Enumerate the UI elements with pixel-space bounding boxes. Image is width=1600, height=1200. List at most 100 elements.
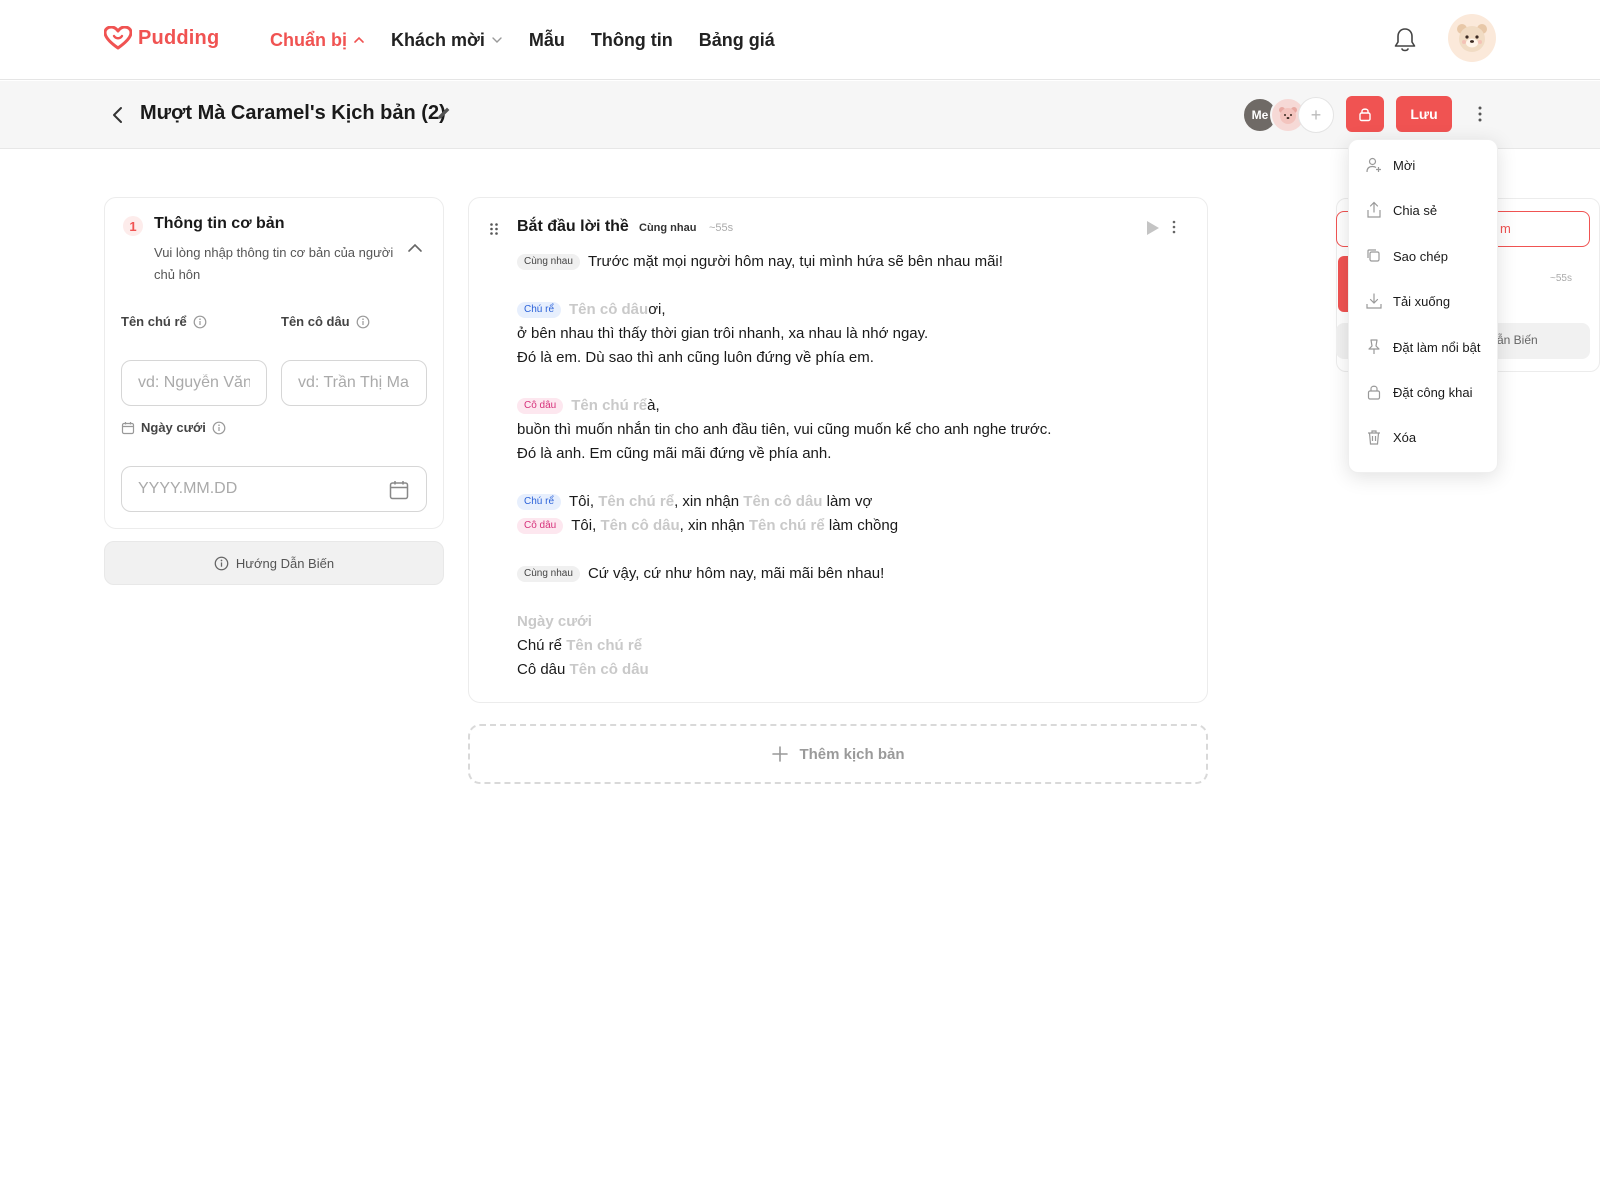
nav-item-label: Bảng giá (698, 29, 775, 50)
wedding-date-input[interactable] (122, 467, 426, 511)
bear-avatar-icon (1457, 24, 1487, 52)
script-text: , xin nhận (674, 493, 744, 510)
script-line: Cô dâu Tên chú rể à, (517, 394, 1177, 418)
script-line: Chú rể Tên cô dâu ơi, (517, 298, 1177, 322)
script-line: ở bên nhau thì thấy thời gian trôi nhanh… (517, 322, 1177, 346)
section-description: Vui lòng nhập thông tin cơ bản của người… (154, 245, 394, 282)
menu-item-label: Sao chép (1393, 248, 1448, 264)
script-body[interactable]: Cùng nhau Trước mặt mọi người hôm nay, t… (517, 250, 1177, 682)
pin-icon (1368, 339, 1380, 354)
script-more-button[interactable] (1172, 220, 1176, 234)
variable-bride-name: Tên cô dâu (569, 661, 649, 678)
variable-bride-name: Tên cô dâu (600, 517, 680, 534)
bear-avatar-icon (1279, 107, 1297, 124)
nav-item-mau[interactable]: Mẫu (529, 30, 565, 51)
script-text: làm chồng (824, 517, 899, 534)
user-plus-icon (1366, 157, 1381, 173)
menu-item-copy[interactable]: Sao chép (1365, 247, 1448, 265)
menu-item-delete[interactable]: Xóa (1365, 428, 1416, 446)
script-text: ở bên nhau thì thấy thời gian trôi nhanh… (517, 325, 929, 342)
edit-title-button[interactable] (436, 105, 452, 121)
menu-item-label: Đặt làm nổi bật (1393, 339, 1481, 355)
collaborators: Me + (1242, 97, 1338, 133)
speaker-tag-together: Cùng nhau (517, 566, 580, 582)
download-icon (1366, 293, 1382, 309)
copy-icon (1367, 249, 1380, 262)
collapse-button[interactable] (407, 240, 423, 256)
info-icon[interactable] (356, 315, 370, 329)
side-guide-text: ẫn Biến (1497, 333, 1538, 347)
script-text: ơi, (648, 301, 666, 318)
script-line: buồn thì muốn nhắn tin cho anh đầu tiên,… (517, 418, 1177, 442)
section-title: Thông tin cơ bản (154, 215, 285, 232)
groom-name-label: Tên chú rể (121, 314, 207, 329)
add-collaborator-button[interactable]: + (1298, 97, 1334, 133)
user-avatar[interactable] (1448, 14, 1496, 62)
drag-handle[interactable] (489, 222, 499, 236)
side-duration: ~55s (1550, 273, 1572, 284)
nav-item-chuan-bi[interactable]: Chuẩn bị (270, 30, 365, 51)
side-outline-text: m (1500, 221, 1511, 236)
info-icon[interactable] (212, 421, 226, 435)
groom-name-input[interactable] (121, 360, 267, 406)
chevron-up-icon (354, 36, 364, 43)
brand-logo[interactable]: Pudding (104, 26, 219, 50)
kebab-menu-icon (1478, 106, 1482, 122)
more-options-button[interactable] (1468, 102, 1492, 126)
lock-icon (1367, 385, 1381, 400)
script-text: Cô dâu (517, 661, 570, 678)
script-text: Tôi, (569, 493, 599, 510)
basic-info-card: 1 Thông tin cơ bản Vui lòng nhập thông t… (104, 197, 444, 529)
date-picker-button[interactable] (388, 479, 410, 501)
play-icon (1147, 221, 1159, 235)
heart-logo-icon (104, 26, 132, 50)
script-line: Cùng nhau Cứ vậy, cứ như hôm nay, mãi mã… (517, 562, 1177, 586)
nav-item-khach-moi[interactable]: Khách mời (391, 30, 503, 51)
menu-item-invite[interactable]: Mời (1365, 156, 1415, 174)
script-line: Ngày cưới (517, 610, 1177, 634)
wedding-date-label-text: Ngày cưới (141, 420, 206, 435)
nav-item-bang-gia[interactable]: Bảng giá (699, 30, 775, 51)
drag-handle-icon (490, 223, 498, 235)
variable-wedding-date: Ngày cưới (517, 613, 592, 630)
bell-icon (1394, 28, 1416, 52)
calendar-icon (121, 421, 135, 434)
pencil-icon (438, 107, 450, 119)
menu-item-label: Chia sẻ (1393, 202, 1438, 218)
variable-guide-label: Hướng Dẫn Biến (235, 555, 335, 571)
script-title: Bắt đầu lời thề (517, 218, 629, 235)
speaker-tag-groom: Chú rể (517, 302, 562, 318)
chevron-left-icon (113, 107, 122, 123)
nav-item-thong-tin[interactable]: Thông tin (591, 30, 673, 51)
chevron-down-icon (492, 37, 502, 43)
script-text: Đó là anh. Em cũng mãi mãi đứng về phía … (517, 445, 832, 462)
script-text: , xin nhận (679, 517, 749, 534)
script-text: làm vợ (822, 493, 873, 510)
script-line: Chú rể Tên chú rể (517, 634, 1177, 658)
back-button[interactable] (106, 103, 130, 127)
script-line: Đó là anh. Em cũng mãi mãi đứng về phía … (517, 442, 1177, 466)
wedding-date-field (121, 466, 427, 512)
info-icon[interactable] (193, 315, 207, 329)
add-script-button[interactable]: Thêm kịch bản (468, 724, 1208, 784)
menu-item-share[interactable]: Chia sẻ (1365, 201, 1437, 219)
script-line: Cô dâu Tên cô dâu (517, 658, 1177, 682)
lock-icon (1359, 108, 1371, 122)
script-text: Tôi, (571, 517, 601, 534)
bride-name-label-text: Tên cô dâu (281, 314, 350, 329)
variable-guide-button[interactable]: Hướng Dẫn Biến (104, 541, 444, 585)
script-speaker-tag: Cùng nhau (639, 222, 697, 234)
bride-name-input[interactable] (281, 360, 427, 406)
menu-item-highlight[interactable]: Đặt làm nổi bật (1365, 338, 1480, 356)
menu-item-label: Xóa (1393, 429, 1417, 445)
nav-item-label: Thông tin (590, 29, 673, 50)
menu-item-download[interactable]: Tải xuống (1365, 292, 1450, 310)
save-button[interactable]: Lưu (1396, 96, 1452, 132)
menu-item-make-public[interactable]: Đặt công khai (1365, 383, 1473, 401)
step-number: 1 (123, 216, 143, 236)
notification-button[interactable] (1392, 26, 1418, 54)
script-text: à, (647, 397, 660, 414)
privacy-button[interactable] (1346, 96, 1384, 132)
variable-bride-name: Tên cô dâu (569, 301, 649, 318)
play-button[interactable] (1146, 220, 1160, 236)
